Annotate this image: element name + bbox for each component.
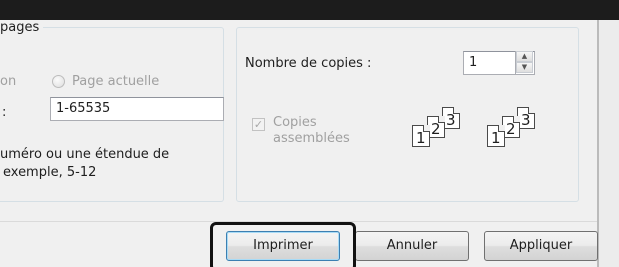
- collate-label-line2: assemblées: [273, 131, 350, 146]
- cancel-button[interactable]: Annuler: [355, 231, 469, 261]
- page-icon: 1: [412, 125, 430, 147]
- pages-hint-line2: exemple, 5-12: [3, 165, 97, 180]
- page-range-group-title: pages: [0, 20, 44, 36]
- apply-button[interactable]: Appliquer: [484, 231, 598, 261]
- pages-range-input[interactable]: 1-65535: [50, 97, 224, 121]
- spin-down-icon[interactable]: ▼: [516, 62, 533, 73]
- pages-hint-line1: uméro ou une étendue de: [0, 147, 170, 162]
- collate-checkbox[interactable]: ✓: [252, 118, 265, 131]
- dialog-outer-frame: [599, 20, 619, 267]
- radio-current-page[interactable]: [52, 75, 65, 88]
- copies-label: Nombre de copies :: [245, 56, 372, 71]
- print-button-highlight: [210, 222, 356, 267]
- radio-current-page-label: Page actuelle: [72, 74, 160, 89]
- spin-up-icon[interactable]: ▲: [516, 51, 533, 62]
- radio-selection-label: on: [0, 74, 17, 89]
- title-bar: [0, 0, 619, 20]
- collate-label-line1: Copies: [273, 115, 317, 130]
- page-icon: 1: [487, 125, 505, 147]
- copies-spinner[interactable]: ▲ ▼: [515, 51, 533, 75]
- pages-label-fragment: :: [2, 105, 7, 120]
